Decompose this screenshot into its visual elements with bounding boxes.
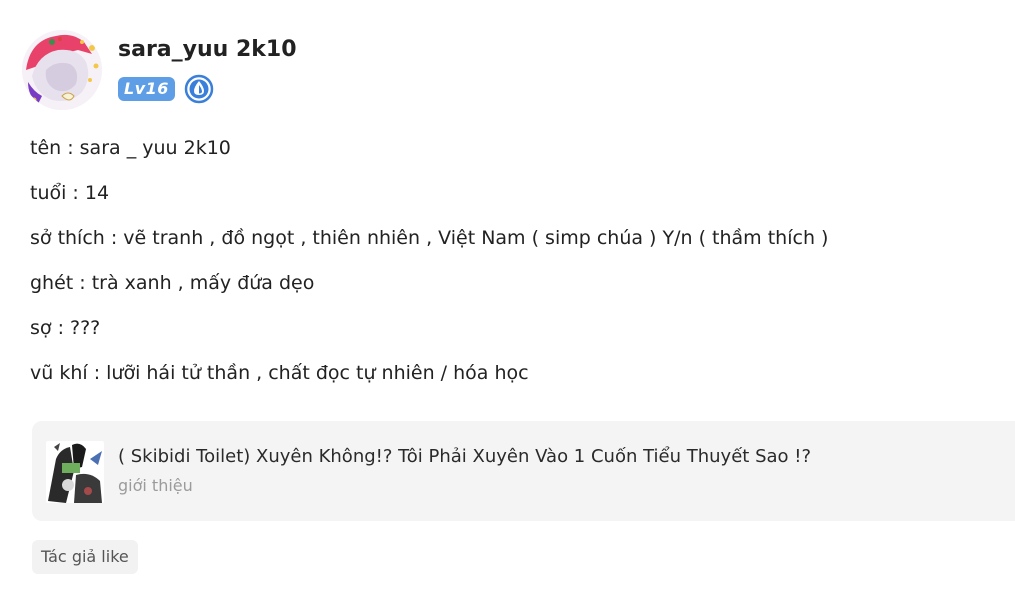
level-badge: Lv16	[118, 77, 175, 101]
story-title[interactable]: ( Skibidi Toilet) Xuyên Không!? Tôi Phải…	[118, 445, 811, 469]
bio-line-age: tuổi : 14	[30, 182, 110, 204]
user-info: sara_yuu 2k10 Lv16	[118, 37, 297, 104]
profile-header: sara_yuu 2k10 Lv16	[22, 30, 297, 112]
bio-line-fears: sợ : ???	[30, 317, 101, 339]
story-cover-image	[46, 441, 104, 503]
bio-line-dislikes: ghét : trà xanh , mấy đứa dẹo	[30, 272, 315, 294]
bio-line-weapon: vũ khí : lưỡi hái tử thần , chất đọc tự …	[30, 362, 529, 384]
avatar[interactable]	[22, 30, 102, 110]
username[interactable]: sara_yuu 2k10	[118, 37, 297, 63]
bio-line-name: tên : sara _ yuu 2k10	[30, 137, 231, 159]
profile-page: sara_yuu 2k10 Lv16 tên : sara _ yuu 2k10…	[0, 0, 1015, 600]
badge-row: Lv16	[118, 74, 297, 104]
story-subtitle: giới thiệu	[118, 476, 193, 495]
author-like-tag[interactable]: Tác giả like	[32, 540, 138, 574]
bio-section: tên : sara _ yuu 2k10 tuổi : 14 sở thích…	[30, 126, 990, 396]
droplet-crest-icon[interactable]	[184, 74, 214, 104]
story-card[interactable]: ( Skibidi Toilet) Xuyên Không!? Tôi Phải…	[32, 421, 1015, 521]
anime-avatar-icon	[22, 30, 102, 110]
bio-line-hobbies: sở thích : vẽ tranh , đồ ngọt , thiên nh…	[30, 227, 829, 249]
